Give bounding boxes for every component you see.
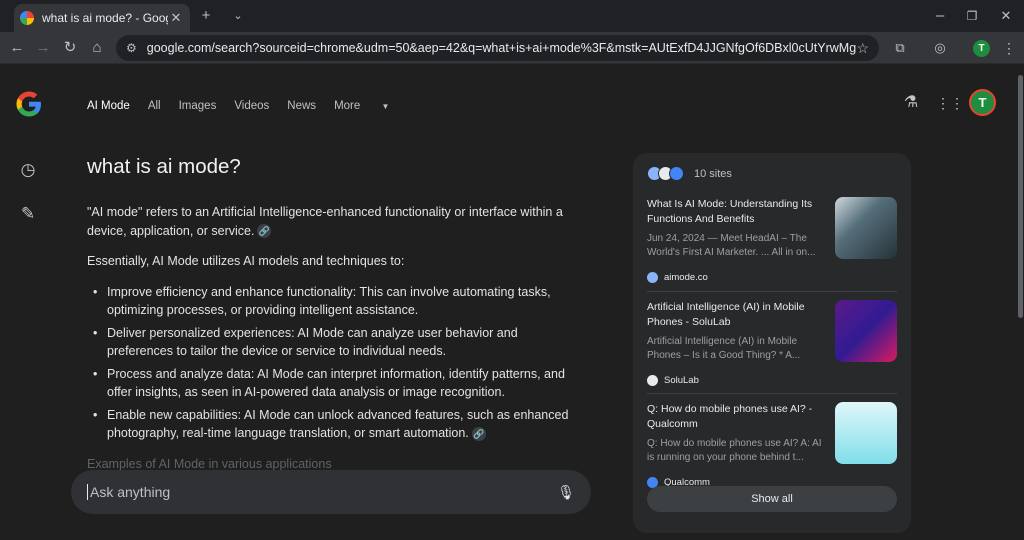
forward-icon[interactable]: → [33, 38, 53, 58]
close-tab-icon[interactable]: ✕ [168, 10, 184, 26]
left-rail: ◷ ✎ [0, 65, 56, 540]
sources-header[interactable]: 10 sites [647, 166, 732, 181]
source-site: SoluLab [647, 375, 699, 386]
reload-icon[interactable]: ↻ [60, 38, 80, 58]
close-window-icon[interactable]: ✕ [996, 6, 1016, 26]
ask-input[interactable]: Ask anything 🎙 [71, 470, 591, 514]
card-divider [647, 393, 897, 394]
faded-section-heading: Examples of AI Mode in various applicati… [87, 457, 332, 471]
ask-placeholder: Ask anything [90, 484, 171, 500]
tab-search-chevron-icon[interactable]: ⌄ [228, 6, 248, 26]
answer-intro-text: "AI mode" refers to an Artificial Intell… [87, 205, 563, 238]
bullet-item: Enable new capabilities: AI Mode can unl… [93, 406, 587, 443]
source-favicons [647, 166, 684, 181]
search-page: ◷ ✎ AI Mode All Images Videos News More … [0, 65, 1024, 540]
ai-answer: "AI mode" refers to an Artificial Intell… [87, 203, 587, 447]
microphone-icon[interactable]: 🎙 [557, 484, 575, 501]
link-icon[interactable]: 🔗 [257, 224, 272, 239]
address-url: google.com/search?sourceid=chrome&udm=50… [146, 41, 857, 55]
source-site-name: SoluLab [664, 375, 699, 386]
tab-all[interactable]: All [148, 100, 161, 112]
source-card[interactable]: Q: How do mobile phones use AI? - Qualco… [647, 402, 897, 492]
text-caret [87, 484, 88, 500]
history-icon[interactable]: ◷ [18, 160, 38, 180]
caret-down-icon: ▼ [381, 102, 390, 111]
source-snippet: Artificial Intelligence (AI) in Mobile P… [647, 336, 801, 361]
extensions-icon[interactable]: ⧉ [890, 38, 910, 58]
source-card[interactable]: Artificial Intelligence (AI) in Mobile P… [647, 300, 897, 390]
source-card[interactable]: What Is AI Mode: Understanding Its Funct… [647, 197, 897, 287]
browser-toolbar: ← → ↻ ⌂ ⚙ google.com/search?sourceid=chr… [0, 32, 1024, 64]
restore-icon[interactable]: ❐ [962, 6, 982, 26]
browser-tab[interactable]: what is ai mode? - Google Search ✕ [14, 4, 190, 32]
answer-lead: Essentially, AI Mode utilizes AI models … [87, 254, 405, 268]
bullet-item: Process and analyze data: AI Mode can in… [93, 365, 587, 402]
answer-intro: "AI mode" refers to an Artificial Intell… [87, 203, 587, 240]
back-icon[interactable]: ← [7, 38, 27, 58]
link-icon[interactable]: 🔗 [471, 426, 486, 441]
bullet-text: Enable new capabilities: AI Mode can unl… [107, 407, 569, 441]
bullet-item: Deliver personalized experiences: AI Mod… [93, 324, 587, 361]
source-site: aimode.co [647, 272, 708, 283]
source-title: Q: How do mobile phones use AI? - Qualco… [647, 403, 813, 430]
bookmark-star-icon[interactable]: ☆ [856, 40, 869, 57]
google-favicon-icon [20, 11, 34, 25]
tab-videos[interactable]: Videos [234, 100, 269, 112]
source-thumbnail-phone [835, 402, 897, 464]
show-all-button[interactable]: Show all [647, 486, 897, 512]
labs-flask-icon[interactable]: ⚗ [901, 93, 921, 113]
browser-titlebar: what is ai mode? - Google Search ✕ + ⌄ –… [0, 0, 1024, 32]
apps-grid-icon[interactable]: ⋮⋮ [936, 93, 964, 113]
home-icon[interactable]: ⌂ [87, 38, 107, 58]
solulab-favicon-icon [647, 375, 658, 386]
scrollbar-thumb[interactable] [1018, 75, 1023, 318]
tab-more[interactable]: More ▼ [334, 100, 407, 112]
bullet-item: Improve efficiency and enhance functiona… [93, 283, 587, 320]
more-label: More [334, 100, 361, 112]
aimode-favicon-icon [647, 272, 658, 283]
sources-panel: 10 sites What Is AI Mode: Understanding … [633, 153, 911, 533]
question-heading: what is ai mode? [87, 155, 241, 178]
source-snippet: Jun 24, 2024 — Meet HeadAI – The World's… [647, 233, 816, 258]
account-avatar[interactable]: T [969, 89, 996, 116]
page-scrollbar[interactable] [1016, 65, 1024, 540]
new-tab-icon[interactable]: + [196, 6, 216, 26]
source-snippet: Q: How do mobile phones use AI? A: AI is… [647, 438, 822, 463]
sources-count: 10 sites [694, 167, 732, 180]
qualcomm-favicon-icon [669, 166, 684, 181]
source-title: Artificial Intelligence (AI) in Mobile P… [647, 301, 805, 328]
tab-title: what is ai mode? - Google Search [42, 11, 168, 25]
answer-bullets: Improve efficiency and enhance functiona… [87, 283, 587, 443]
source-title: What Is AI Mode: Understanding Its Funct… [647, 198, 813, 225]
minimize-icon[interactable]: – [930, 6, 950, 26]
browser-menu-icon[interactable]: ⋮ [999, 38, 1019, 58]
source-thumbnail-car [835, 197, 897, 259]
search-mode-tabs: AI Mode All Images Videos News More ▼ [87, 100, 425, 112]
source-thumbnail-phones [835, 300, 897, 362]
address-bar[interactable]: ⚙ google.com/search?sourceid=chrome&udm=… [116, 35, 879, 61]
lens-icon[interactable]: ◎ [930, 38, 950, 58]
site-info-icon[interactable]: ⚙ [126, 41, 137, 55]
new-chat-icon[interactable]: ✎ [18, 204, 38, 224]
tab-news[interactable]: News [287, 100, 316, 112]
browser-profile-avatar[interactable]: T [973, 40, 990, 57]
card-divider [647, 291, 897, 292]
tab-images[interactable]: Images [179, 100, 217, 112]
google-logo[interactable] [15, 90, 43, 118]
source-site-name: aimode.co [664, 272, 708, 283]
tab-ai-mode[interactable]: AI Mode [87, 100, 130, 112]
